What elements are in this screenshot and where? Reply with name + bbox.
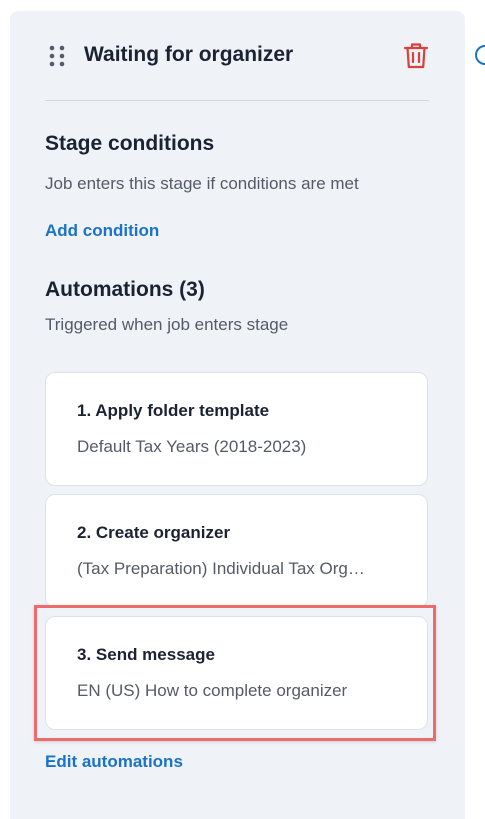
stage-editor: Waiting for organizer Stage conditions J… xyxy=(0,0,485,819)
conditions-subtitle: Job enters this stage if conditions are … xyxy=(45,174,359,193)
info-circle-icon[interactable] xyxy=(474,44,485,66)
stage-header: Waiting for organizer xyxy=(10,11,465,101)
automation-card-description: EN (US) How to complete organizer xyxy=(77,681,348,700)
header-divider xyxy=(45,100,429,101)
automation-card-create-organizer[interactable]: 2. Create organizer (Tax Preparation) In… xyxy=(45,494,428,608)
automation-card-title: 1. Apply folder template xyxy=(77,401,270,420)
automation-card-description: Default Tax Years (2018-2023) xyxy=(77,437,307,456)
stage-panel: Waiting for organizer Stage conditions J… xyxy=(10,11,465,819)
trash-icon[interactable] xyxy=(403,42,429,70)
add-condition-link[interactable]: Add condition xyxy=(45,221,159,241)
automation-card-title: 3. Send message xyxy=(77,645,215,664)
automation-card-title: 2. Create organizer xyxy=(77,523,231,542)
stage-title: Waiting for organizer xyxy=(84,43,294,66)
edit-automations-link[interactable]: Edit automations xyxy=(45,752,183,772)
drag-handle-icon[interactable] xyxy=(48,45,66,67)
automation-card-apply-folder-template[interactable]: 1. Apply folder template Default Tax Yea… xyxy=(45,372,428,486)
automations-subtitle: Triggered when job enters stage xyxy=(45,315,289,334)
automation-card-send-message[interactable]: 3. Send message EN (US) How to complete … xyxy=(45,616,428,730)
automations-title: Automations (3) xyxy=(45,278,205,301)
automation-card-description: (Tax Preparation) Individual Tax Organiz… xyxy=(77,559,373,578)
conditions-title: Stage conditions xyxy=(45,132,215,155)
